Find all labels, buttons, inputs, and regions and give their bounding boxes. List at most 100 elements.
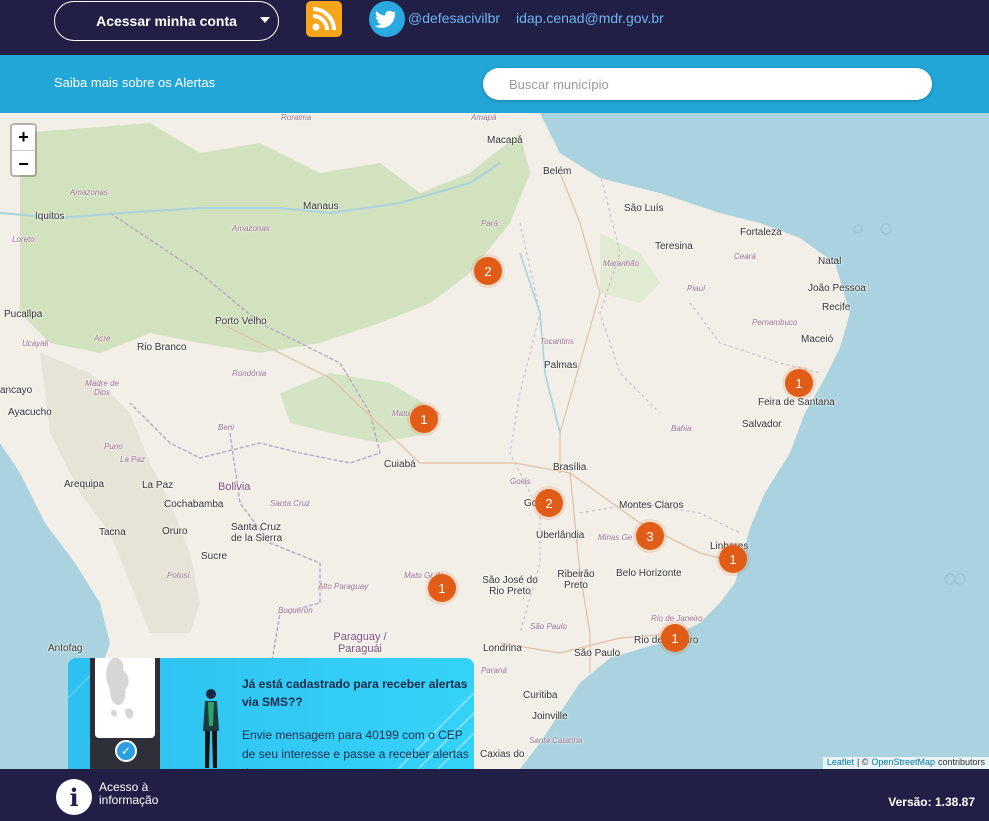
zoom-out-button[interactable]: − [12,151,35,177]
zoom-in-button[interactable]: + [12,125,35,151]
map-label-uberlandia: Uberlândia [536,530,585,541]
map-label-joinville: Joinville [532,711,568,722]
map-label-goias: Goiás [510,477,531,486]
map-label-rio-branco: Rio Branco [137,342,187,353]
map-label-roraima: Roraima [281,113,312,122]
map-label-manaus: Manaus [303,201,339,212]
map-label-loreto: Loreto [12,235,35,244]
checkmark-icon: ✓ [115,740,137,762]
map-label-cuiaba: Cuiabá [384,459,416,470]
account-button-label: Acessar minha conta [96,13,237,29]
twitter-handle-link[interactable]: @defesacivilbr [408,10,500,26]
openstreetmap-link[interactable]: OpenStreetMap [871,757,935,769]
map-label-caxias: Caxias do [480,749,525,760]
map-label-la-paz: La Paz [142,480,174,491]
map-label-puno: Puno [104,442,123,451]
municipality-search-input[interactable] [483,68,932,100]
map-label-palmas: Palmas [544,360,578,371]
map-label-maranhao: Maranhão [603,259,640,268]
zoom-control: + − [10,123,37,177]
map-label-sao-jose: São José do Rio Preto [482,575,538,597]
map-label-santa-catarina: Santa Catarina [529,736,583,745]
map-label-montes-claros: Montes Claros [619,500,684,511]
map-label-pernambuco: Pernambuco [752,318,798,327]
map-label-amazonas-river: Amazonas [232,224,270,233]
map-label-beni: Beni [218,423,235,432]
marker-count: 1 [671,630,679,646]
map-label-amazonas-state: Amazonas [70,188,108,197]
map-label-salvador: Salvador [742,419,782,430]
phone-illustration: ✓ [90,658,160,769]
alert-cluster-marker[interactable]: 3 [636,522,664,550]
map-label-arequipa: Arequipa [64,479,105,490]
map-label-feira: Feira de Santana [758,397,835,408]
map-label-maceio: Maceió [801,334,834,345]
footer: i Acesso à informação Versão: 1.38.87 [0,769,989,821]
map-label-alto-paraguay: Alto Paraguay [318,582,369,591]
map-label-teresina: Teresina [655,241,693,252]
map-label-ucayali: Ucayali [22,339,49,348]
map-label-paraguay: Paraguay / Paraguái [333,631,387,655]
marker-count: 3 [646,528,654,544]
map-label-potosi: Potosí [167,571,190,580]
person-illustration [203,689,219,768]
alert-cluster-marker[interactable]: 1 [661,624,689,652]
map-label-piaui: Piauí [687,284,706,293]
map-attribution: Leaflet | © OpenStreetMap contributors [822,757,989,769]
marker-count: 1 [729,551,737,567]
top-header: Acessar minha conta @defesacivilbr idap.… [0,0,989,55]
map-label-la-paz-region: La Paz [120,455,145,464]
map-label-minas-gerais: Minas Ge [598,533,633,542]
map-label-pucallpa: Pucallpa [4,309,43,320]
saiba-mais-link[interactable]: Saiba mais sobre os Alertas [54,75,215,90]
rss-icon[interactable] [306,1,342,37]
map-label-parana: Paraná [481,666,507,675]
acesso-informacao-link[interactable]: Acesso à informação [99,781,158,807]
map-label-sao-luis: São Luís [624,203,664,214]
map-label-belo-horizonte: Belo Horizonte [616,568,682,579]
map-label-brasilia: Brasília [553,462,587,473]
attribution-suffix: contributors [937,757,985,767]
email-link[interactable]: idap.cenad@mdr.gov.br [516,10,664,26]
map-label-bahia: Bahia [671,424,692,433]
map-label-tacna: Tacna [99,527,126,538]
map-label-amapa: Amapá [471,113,497,122]
leaflet-link[interactable]: Leaflet [827,757,854,769]
map-label-rondonia: Rondônia [232,369,267,378]
sms-promo-card[interactable]: ✓ Já está cadastrado para receber alerta… [68,658,474,769]
map-label-para: Pará [481,219,498,228]
caret-down-icon [260,17,270,23]
map-label-sao-paulo: São Paulo [574,648,621,659]
map-label-madre-de-dios: Madre de Dios [85,379,119,397]
map-label-cochabamba: Cochabamba [164,499,224,510]
alert-cluster-marker[interactable]: 1 [428,574,456,602]
marker-count: 1 [438,580,446,596]
sms-promo-body: Envie mensagem para 40199 com o CEP de s… [242,728,469,769]
map-label-boqueron: Boquerón [278,606,313,615]
marker-count: 2 [484,263,492,279]
phone-screen [95,658,155,738]
alert-cluster-marker[interactable]: 1 [719,545,747,573]
marker-count: 1 [795,375,803,391]
marker-count: 1 [420,411,428,427]
alert-cluster-marker[interactable]: 1 [410,405,438,433]
map-label-belem: Belém [543,166,572,177]
map-label-joao-pessoa: João Pessoa [808,283,866,294]
map-label-curitiba: Curitiba [523,690,558,701]
map-label-ayacucho: Ayacucho [8,407,52,418]
info-icon[interactable]: i [56,779,92,815]
account-button[interactable]: Acessar minha conta [54,1,279,41]
map-label-rio-janeiro-state: Rio de Janeiro [651,614,703,623]
marker-count: 2 [545,495,553,511]
alert-cluster-marker[interactable]: 1 [785,369,813,397]
twitter-icon[interactable] [369,1,405,37]
alerts-map[interactable]: Macapá Belém São Luís Fortaleza Teresina… [0,113,989,769]
map-label-bolivia: Bolivia [218,481,251,493]
map-label-antofagasta: Antofag [48,643,83,654]
map-label-tocantins: Tocantins [540,337,574,346]
alert-cluster-marker[interactable]: 2 [535,489,563,517]
attribution-separator: | © [856,757,869,767]
alert-cluster-marker[interactable]: 2 [474,257,502,285]
map-label-ribeirao: Ribeirão Preto [557,569,595,591]
map-label-recife: Recife [822,302,851,313]
